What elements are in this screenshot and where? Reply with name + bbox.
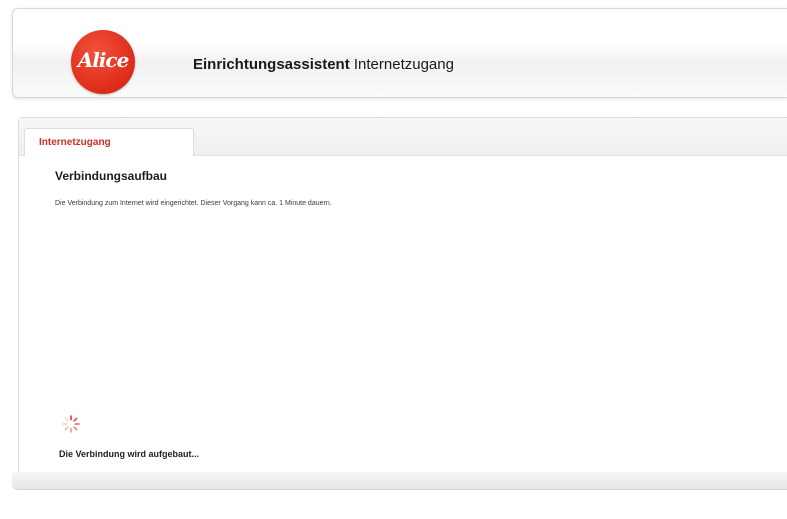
logo-text: Alice	[77, 48, 130, 72]
page-title: Einrichtungsassistent Internetzugang	[193, 56, 454, 73]
section-description: Die Verbindung zum Internet wird eingeri…	[55, 200, 332, 207]
page-title-sub: Internetzugang	[353, 56, 454, 73]
connection-status: Die Verbindung wird aufgebaut...	[59, 449, 200, 459]
page-title-main: Einrichtungsassistent	[193, 56, 350, 73]
footer-bar	[12, 472, 787, 490]
tab-label: Internetzugang	[39, 137, 111, 148]
alice-logo: Alice	[71, 30, 135, 94]
wizard-panel: Internetzugang Verbindungsaufbau Die Ver…	[18, 117, 787, 472]
header-bar: Alice Einrichtungsassistent Internetzuga…	[12, 8, 787, 98]
tab-bar: Internetzugang	[19, 118, 787, 156]
tab-internetzugang[interactable]: Internetzugang	[24, 128, 194, 156]
loading-spinner-icon	[62, 415, 80, 433]
section-heading: Verbindungsaufbau	[55, 169, 168, 183]
